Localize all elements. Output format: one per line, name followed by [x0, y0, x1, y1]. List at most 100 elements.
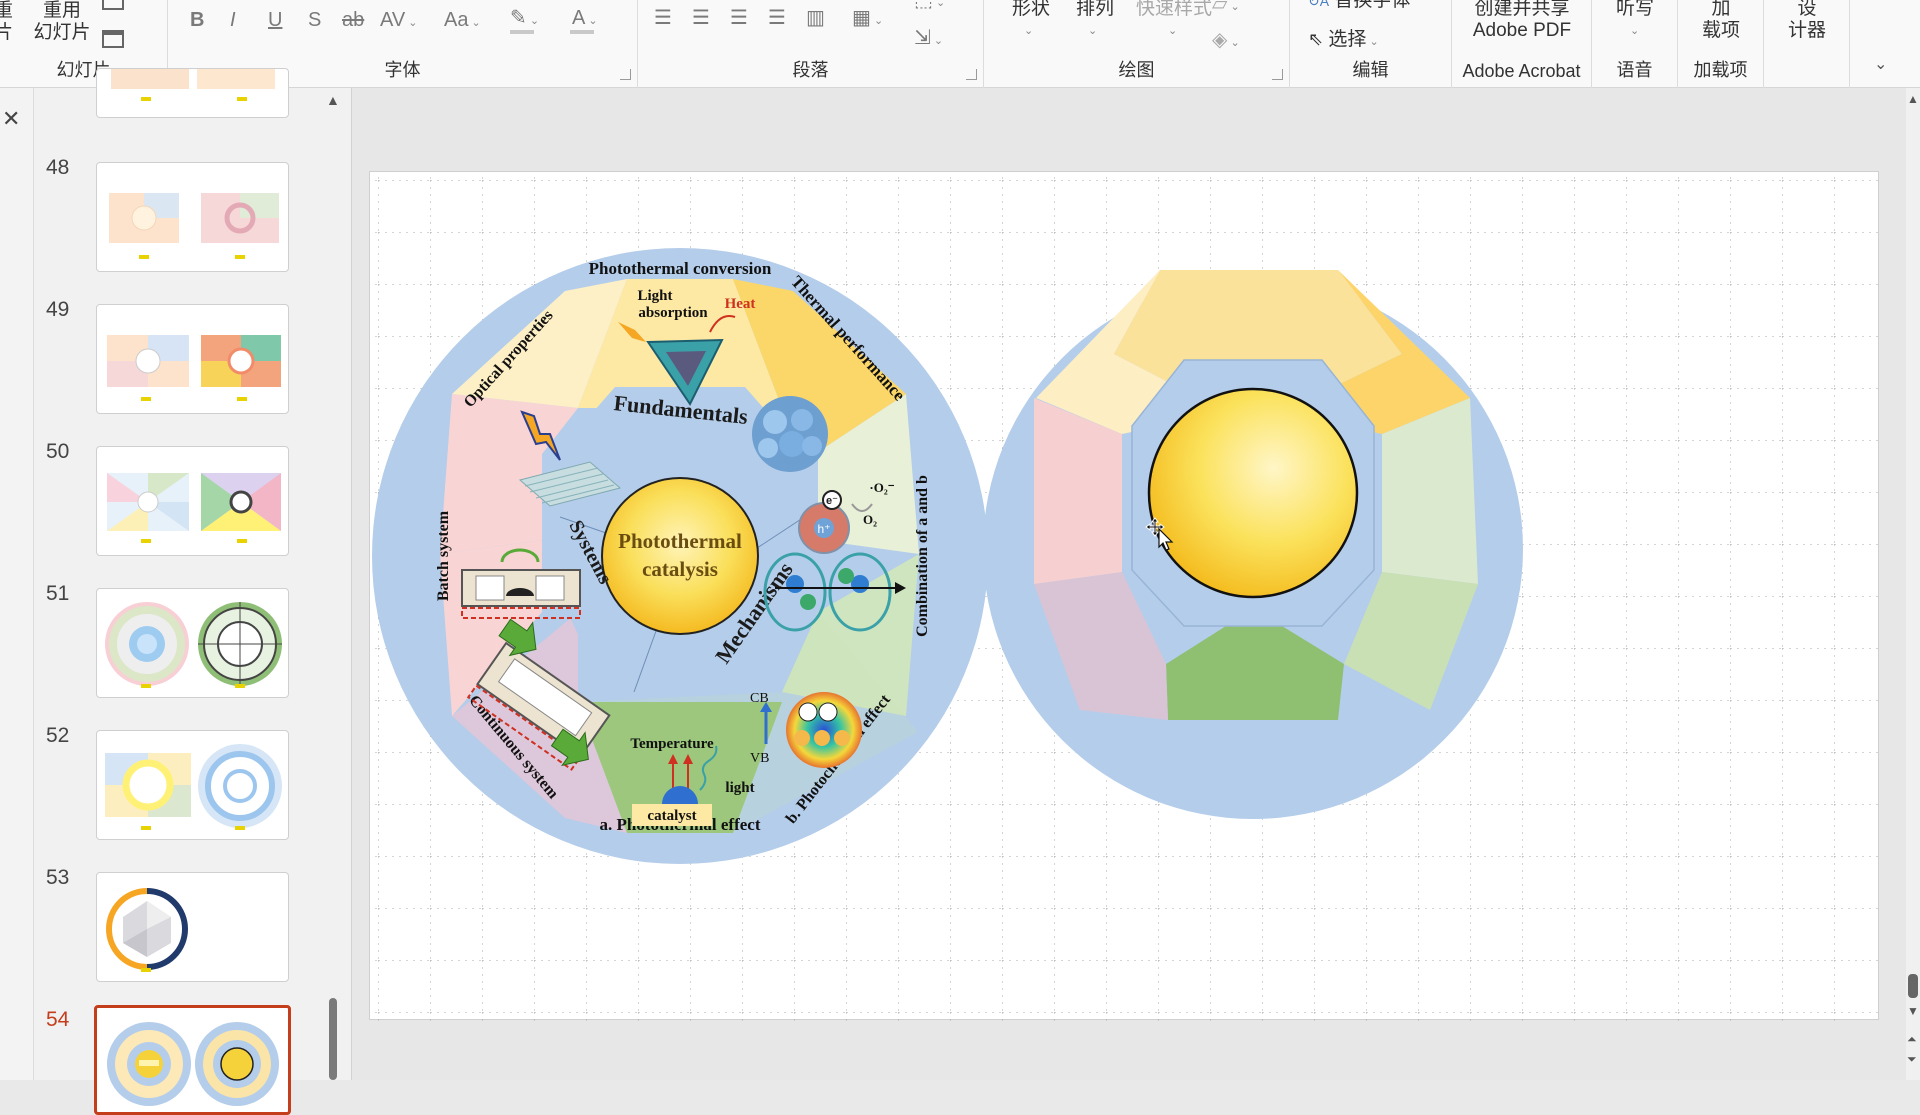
paragraph-dialog-launcher[interactable]	[966, 69, 977, 80]
slide-number: 50	[46, 440, 70, 463]
label-o2: O₂	[863, 512, 877, 527]
slide-thumbnail-53[interactable]	[96, 872, 289, 982]
scroll-up-icon[interactable]: ▲	[326, 92, 340, 108]
distributed-icon[interactable]: ▥	[806, 6, 825, 30]
select-button[interactable]: ⇖ 选择 ⌄	[1308, 28, 1428, 53]
acrobat-group-label: Adobe Acrobat	[1462, 61, 1581, 81]
canvas-scroll-down-icon[interactable]: ▼	[1907, 1004, 1919, 1018]
thumbnail-scrollbar[interactable]: ▲	[326, 88, 340, 1080]
reuse-slides-button-line2[interactable]: 幻灯片	[32, 22, 92, 44]
label-photothermal-conversion: Photothermal conversion	[589, 259, 772, 278]
font-dialog-launcher[interactable]	[620, 69, 631, 80]
slide-thumbnail-54[interactable]	[94, 1005, 291, 1115]
previous-slide-icon[interactable]: ⏶	[1907, 1032, 1917, 1047]
align-right-icon[interactable]: ☰	[730, 6, 748, 30]
text-direction-icon[interactable]: ⬚ ⌄	[914, 0, 945, 15]
label-light: Light	[637, 288, 672, 304]
addins-button[interactable]: 加	[1678, 0, 1764, 20]
slide-thumbnail-49[interactable]	[96, 304, 289, 414]
photochemical-figure: CB VB	[750, 691, 862, 768]
left-strip: ✕	[0, 88, 34, 1080]
create-share-pdf-button[interactable]: 创建并共享	[1452, 0, 1592, 20]
shapes-button[interactable]: 形状	[1006, 0, 1056, 20]
canvas-vertical-scrollbar[interactable]: ▲ ▼ ⏶ ⏷	[1906, 88, 1920, 1080]
columns-icon[interactable]: ▦ ⌄	[852, 6, 883, 33]
thumbnail-scroll-thumb[interactable]	[329, 998, 337, 1080]
slide-graphic: Photothermal catalysis Fundamentals Syst…	[370, 172, 1880, 1021]
slide-thumbnail-51[interactable]	[96, 588, 289, 698]
paragraph-group-label: 段落	[792, 60, 829, 80]
create-share-pdf-button-line2[interactable]: Adobe PDF	[1452, 20, 1592, 42]
voice-group-label: 语音	[1616, 60, 1653, 80]
highlight-color-button[interactable]: ✎ ⌄	[510, 6, 539, 33]
thumbnail-graphic	[107, 1022, 279, 1106]
shapes-dropdown-icon[interactable]: ⌄	[1024, 24, 1033, 37]
slide-number: 51	[46, 582, 70, 605]
thumbnail-graphic	[105, 602, 282, 688]
new-slide-label-cut[interactable]: 重	[0, 0, 18, 22]
slide-number-selected: 54	[46, 1008, 70, 1031]
shape-fill-icon[interactable]: ▱ ⌄	[1212, 0, 1240, 19]
align-center-icon[interactable]: ☰	[692, 6, 710, 30]
justify-icon[interactable]: ☰	[768, 6, 786, 30]
slide-thumbnail-50[interactable]	[96, 446, 289, 556]
layout-icon[interactable]	[102, 0, 124, 10]
italic-button[interactable]: I	[230, 8, 236, 32]
thumbnail-pane: 48 49 50 51 52 53 54 ▲	[34, 68, 352, 1115]
strikethrough-button[interactable]: ab	[342, 8, 364, 32]
addins-button-line2[interactable]: 载项	[1678, 20, 1764, 42]
slide-number: 49	[46, 298, 70, 321]
bold-button[interactable]: B	[190, 8, 204, 32]
replace-fonts-button[interactable]: ↻A 替换字体	[1308, 0, 1428, 12]
close-pane-icon[interactable]: ✕	[2, 106, 20, 132]
arrange-dropdown-icon[interactable]: ⌄	[1088, 24, 1097, 37]
addins-group: 加 载项 加载项	[1678, 0, 1764, 88]
underline-button[interactable]: U	[268, 8, 282, 32]
designer-button[interactable]: 设	[1764, 0, 1850, 20]
new-slide-label-cut-2[interactable]: 片	[0, 22, 18, 44]
slide-thumbnail-partial[interactable]	[96, 68, 289, 118]
align-text-icon[interactable]: ⇲ ⌄	[914, 26, 943, 53]
slide-54[interactable]: Photothermal catalysis Fundamentals Syst…	[369, 171, 1880, 1021]
slide-thumbnail-48[interactable]	[96, 162, 289, 272]
label-vb: VB	[750, 751, 769, 766]
character-spacing-button[interactable]: AV ⌄	[380, 8, 417, 35]
thumbnail-graphic	[107, 335, 281, 401]
label-electron-combination: e⁻	[826, 495, 838, 507]
font-color-button[interactable]: A ⌄	[572, 6, 598, 33]
highlight-color-swatch	[510, 30, 534, 34]
drawing-dialog-launcher[interactable]	[1272, 69, 1283, 80]
designer-button-line2[interactable]: 计器	[1764, 20, 1850, 42]
slide-number: 48	[46, 156, 70, 179]
reuse-slides-button[interactable]: 重用	[32, 0, 92, 22]
quick-styles-button[interactable]: 快速样式	[1126, 0, 1222, 20]
paragraph-group: ☰ ☰ ☰ ☰ ▥ ▦ ⌄ ⬚ ⌄ ⇲ ⌄ 段落	[638, 0, 984, 88]
canvas-scroll-thumb[interactable]	[1908, 974, 1918, 998]
drawing-group: 形状 ⌄ 排列 ⌄ 快速样式 ⌄ ▱ ⌄ ◈ ⌄ 绘图	[984, 0, 1290, 88]
collapse-ribbon-icon[interactable]: ⌄	[1874, 54, 1887, 74]
thermal-performance-figure	[752, 396, 828, 472]
left-diagram[interactable]: Photothermal catalysis Fundamentals Syst…	[372, 248, 988, 864]
next-slide-icon[interactable]: ⏷	[1907, 1052, 1917, 1067]
dictate-dropdown-icon[interactable]: ⌄	[1630, 24, 1639, 37]
label-absorption: absorption	[638, 305, 708, 321]
replace-fonts-label: 替换字体	[1334, 0, 1411, 11]
change-case-button[interactable]: Aa ⌄	[444, 8, 481, 35]
designer-group: 设 计器	[1764, 0, 1850, 88]
quick-styles-dropdown-icon[interactable]: ⌄	[1168, 24, 1177, 37]
slide-thumbnail-52[interactable]	[96, 730, 289, 840]
label-light-effect: light	[725, 780, 754, 796]
dictate-button[interactable]: 听写	[1592, 0, 1678, 20]
section-icon[interactable]	[102, 30, 124, 48]
thumbnail-graphic	[109, 193, 279, 259]
font-color-swatch	[570, 30, 594, 34]
editing-group-label: 编辑	[1352, 60, 1389, 80]
addins-group-label: 加载项	[1693, 60, 1748, 80]
center-title-line1: Photothermal	[618, 529, 742, 553]
canvas-scroll-up-icon[interactable]: ▲	[1907, 92, 1919, 106]
slide-number: 52	[46, 724, 70, 747]
align-left-icon[interactable]: ☰	[654, 6, 672, 30]
arrange-button[interactable]: 排列	[1070, 0, 1120, 20]
shape-outline-icon[interactable]: ◈ ⌄	[1212, 28, 1240, 55]
shadow-button[interactable]: S	[308, 8, 321, 32]
